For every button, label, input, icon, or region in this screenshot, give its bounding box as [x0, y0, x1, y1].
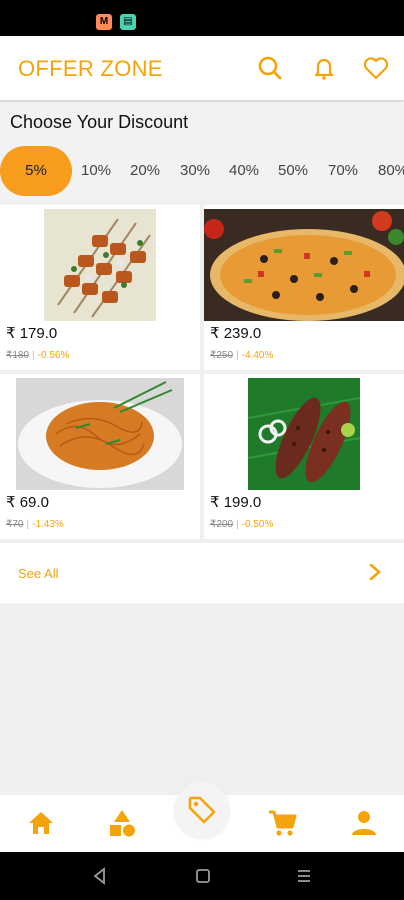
product-image-skewers: [0, 209, 200, 321]
offers-tag-icon: [188, 796, 216, 824]
product-image-noodles: [0, 378, 200, 490]
product-meta: ₹70 | -1.43%: [6, 519, 64, 530]
app-header: OFFER ZONE: [0, 36, 404, 100]
discount-percent: -0.56%: [37, 350, 70, 361]
section-title: Choose Your Discount: [10, 112, 189, 132]
status-bar: M ▤: [0, 0, 404, 36]
discount-chip-10[interactable]: 10%: [80, 146, 112, 196]
product-price: ₹ 239.0: [210, 325, 262, 342]
heart-icon[interactable]: [362, 54, 390, 82]
product-card[interactable]: ₹ 179.0 ₹180 | -0.56%: [0, 205, 200, 370]
discount-section: Choose Your Discount 5% 10% 20% 30% 40% …: [0, 102, 404, 200]
original-price: ₹200: [210, 519, 234, 530]
product-price: ₹ 199.0: [210, 494, 262, 511]
page-title: OFFER ZONE: [18, 56, 163, 81]
bell-icon[interactable]: [310, 54, 338, 82]
offers-tag-button[interactable]: [174, 782, 230, 838]
product-meta: ₹180 | -0.56%: [6, 350, 70, 361]
discount-chip-70[interactable]: 70%: [326, 146, 360, 196]
discount-chip-30[interactable]: 30%: [178, 146, 212, 196]
discount-chip-40[interactable]: 40%: [227, 146, 261, 196]
discount-chip-20[interactable]: 20%: [128, 146, 162, 196]
product-image-pizza: [204, 209, 404, 321]
search-icon[interactable]: [256, 54, 284, 82]
product-price: ₹ 69.0: [6, 494, 49, 511]
home-button-icon[interactable]: [193, 866, 213, 886]
discount-percent: -4.40%: [241, 350, 274, 361]
original-price: ₹70: [6, 519, 24, 530]
product-meta: ₹200 | -0.50%: [210, 519, 274, 530]
see-all-link[interactable]: See All: [18, 566, 58, 581]
see-all-row[interactable]: See All: [0, 543, 404, 603]
product-card[interactable]: ₹ 199.0 ₹200 | -0.50%: [204, 374, 404, 539]
product-meta: ₹250 | -4.40%: [210, 350, 274, 361]
categories-icon[interactable]: [106, 807, 138, 839]
notification-app-icon: M: [96, 14, 112, 30]
discount-percent: -0.50%: [241, 519, 274, 530]
home-icon[interactable]: [25, 807, 57, 839]
discount-chip-50[interactable]: 50%: [276, 146, 310, 196]
product-image-fried-fish: [204, 378, 404, 490]
product-price: ₹ 179.0: [6, 325, 58, 342]
back-icon[interactable]: [90, 866, 110, 886]
notification-app-icon: ▤: [120, 14, 136, 30]
original-price: ₹250: [210, 350, 234, 361]
chevron-right-icon[interactable]: [368, 562, 382, 582]
system-nav-bar: [0, 852, 404, 900]
discount-chip-5[interactable]: 5%: [0, 146, 72, 196]
product-card[interactable]: ₹ 239.0 ₹250 | -4.40%: [204, 205, 404, 370]
discount-chip-80[interactable]: 80%: [376, 146, 404, 196]
original-price: ₹180: [6, 350, 30, 361]
recents-icon[interactable]: [294, 866, 314, 886]
discount-chip-row: 5% 10% 20% 30% 40% 50% 70% 80%: [0, 146, 404, 198]
discount-percent: -1.43%: [32, 519, 64, 530]
profile-icon[interactable]: [348, 807, 380, 839]
cart-icon[interactable]: [266, 807, 298, 839]
product-card[interactable]: ₹ 69.0 ₹70 | -1.43%: [0, 374, 200, 539]
